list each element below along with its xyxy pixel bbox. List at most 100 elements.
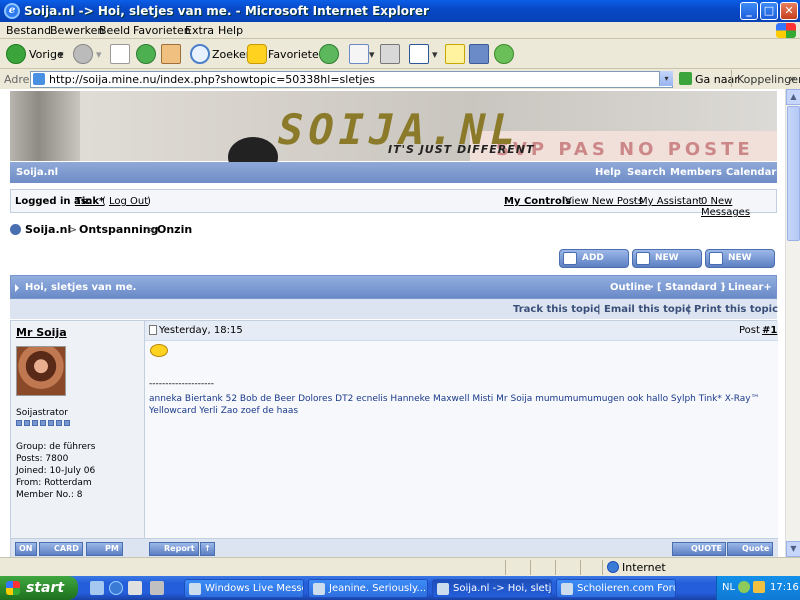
mail-dropdown-icon[interactable]: ▾ <box>369 48 375 61</box>
view-new-posts-link[interactable]: View New Posts <box>565 196 643 207</box>
menu-beeld[interactable]: Beeld <box>99 24 130 37</box>
task-soija-browser[interactable]: Soija.nl -> Hoi, sletje... <box>432 579 552 598</box>
outline-link[interactable]: Outline <box>610 282 651 293</box>
logout-link[interactable]: Log Out <box>109 196 148 207</box>
go-arrow-icon[interactable] <box>679 72 692 85</box>
standard-link[interactable]: [ Standard ] <box>657 282 725 293</box>
task-jeanine-chat[interactable]: Jeanine. Seriously... <box>308 579 428 598</box>
scroll-thumb[interactable] <box>787 106 800 241</box>
user-link-sep: · <box>696 196 700 207</box>
vertical-scrollbar[interactable]: ▲ ▼ <box>785 89 800 557</box>
back-dropdown-icon[interactable]: ▾ <box>58 48 64 61</box>
close-button[interactable]: ✕ <box>780 2 798 20</box>
topic-bar-sep: | <box>597 304 601 315</box>
nav-search[interactable]: Search <box>627 167 666 178</box>
language-indicator[interactable]: NL <box>722 582 735 593</box>
back-arrow-icon[interactable] <box>6 44 26 64</box>
quicklaunch-ie-icon[interactable] <box>109 581 123 595</box>
topic-header: Hoi, sletjes van me. Outline · [ Standar… <box>10 275 777 299</box>
word-icon[interactable] <box>409 44 429 64</box>
address-input[interactable]: http://soija.mine.nu/index.php?showtopic… <box>30 71 673 88</box>
quicklaunch-desktop-icon[interactable] <box>90 581 104 595</box>
breadcrumb-sep: > <box>146 223 156 236</box>
new-messages-link[interactable]: 0 New Messages <box>701 196 776 218</box>
track-topic-link[interactable]: Track this topic <box>513 304 599 315</box>
username-link[interactable]: Tink* <box>75 196 104 207</box>
menu-bewerken[interactable]: Bewerken <box>50 24 104 37</box>
mail-icon[interactable] <box>349 44 369 64</box>
new-topic-button[interactable]: New Topic <box>632 249 702 280</box>
linear-link[interactable]: Linear+ <box>728 282 772 293</box>
start-button[interactable]: start <box>0 576 78 600</box>
task-label: Soija.nl -> Hoi, sletje... <box>453 583 552 594</box>
history-icon[interactable] <box>319 44 339 64</box>
breadcrumb-soija[interactable]: Soija.nl <box>25 223 71 236</box>
refresh-icon[interactable] <box>136 44 156 64</box>
address-bar: Adres http://soija.mine.nu/index.php?sho… <box>0 69 800 89</box>
maximize-button[interactable]: □ <box>760 2 778 20</box>
clock: 17:16 <box>770 582 799 593</box>
print-topic-link[interactable]: Print this topic <box>694 304 778 315</box>
scroll-down-icon[interactable]: ▼ <box>786 541 800 557</box>
nav-site-link[interactable]: Soija.nl <box>16 167 58 178</box>
ie-icon <box>561 583 573 595</box>
my-assistant-link[interactable]: My Assistant <box>639 196 702 207</box>
search-icon[interactable] <box>190 44 210 64</box>
notes-icon[interactable] <box>445 44 465 64</box>
nav-help[interactable]: Help <box>595 167 621 178</box>
pm-button[interactable]: PM <box>86 542 123 556</box>
home-icon[interactable] <box>161 44 181 64</box>
email-topic-link[interactable]: Email this topic <box>604 304 691 315</box>
add-reply-button[interactable]: Add Reply <box>559 249 629 280</box>
go-button[interactable]: Ga naar <box>695 73 739 86</box>
paren-close: ) <box>147 196 151 207</box>
nav-members[interactable]: Members <box>670 167 722 178</box>
card-button[interactable]: CARD <box>39 542 83 556</box>
word-dropdown-icon[interactable]: ▾ <box>432 48 438 61</box>
favorites-star-icon[interactable] <box>247 44 267 64</box>
research-icon[interactable] <box>469 44 489 64</box>
stop-icon[interactable] <box>110 44 130 64</box>
rank-pip <box>32 420 38 426</box>
tray-network-icon[interactable] <box>738 581 750 593</box>
site-banner: SVP PAS NO POSTE SOIJA.NL IT'S JUST DIFF… <box>10 91 777 177</box>
topic-arrow-icon <box>15 284 19 292</box>
menu-bestand[interactable]: Bestand <box>6 24 51 37</box>
quote-button[interactable]: Quote <box>672 542 727 556</box>
favorites-button-label[interactable]: Favorieten <box>268 48 326 61</box>
status-bar: Internet <box>0 557 800 576</box>
post-number-link[interactable]: #1 <box>762 325 777 336</box>
minimize-button[interactable]: _ <box>740 2 758 20</box>
forward-arrow-icon[interactable] <box>73 44 93 64</box>
tray-volume-icon[interactable] <box>753 581 765 593</box>
nav-calendar[interactable]: Calendar <box>726 167 776 178</box>
report-button[interactable]: Report <box>149 542 199 556</box>
scroll-top-button[interactable]: ↑ <box>200 542 215 556</box>
breadcrumb-onzin[interactable]: Onzin <box>157 223 192 236</box>
links-more-icon[interactable]: » <box>789 72 796 85</box>
quicklaunch-misc-icon[interactable] <box>150 581 164 595</box>
new-poll-button[interactable]: New Poll <box>705 249 775 280</box>
author-name[interactable]: Mr Soija <box>16 326 67 339</box>
menu-help[interactable]: Help <box>218 24 243 37</box>
multiquote-button[interactable]: Quote <box>727 542 774 556</box>
print-icon[interactable] <box>380 44 400 64</box>
paren-open: ( <box>102 196 106 207</box>
task-windows-live-messenger[interactable]: Windows Live Messen... <box>184 579 304 598</box>
messenger-icon[interactable] <box>494 44 514 64</box>
status-divider <box>580 560 581 575</box>
task-scholieren-browser[interactable]: Scholieren.com Foru... <box>556 579 676 598</box>
forward-dropdown-icon[interactable]: ▾ <box>96 48 102 61</box>
menu-favorieten[interactable]: Favorieten <box>133 24 191 37</box>
scroll-up-icon[interactable]: ▲ <box>786 89 800 105</box>
topic-bar-sep: | <box>687 304 691 315</box>
author-from: From: Rotterdam <box>16 478 92 488</box>
breadcrumb-sep: > <box>68 223 78 236</box>
menu-bar: Bestand Bewerken Beeld Favorieten Extra … <box>0 22 800 39</box>
toolbar-divider <box>731 70 732 87</box>
address-dropdown-icon[interactable]: ▾ <box>659 71 673 86</box>
quicklaunch-media-icon[interactable] <box>128 581 142 595</box>
status-divider <box>530 560 531 575</box>
menu-extra[interactable]: Extra <box>185 24 214 37</box>
post-date: Yesterday, 18:15 <box>159 325 243 336</box>
